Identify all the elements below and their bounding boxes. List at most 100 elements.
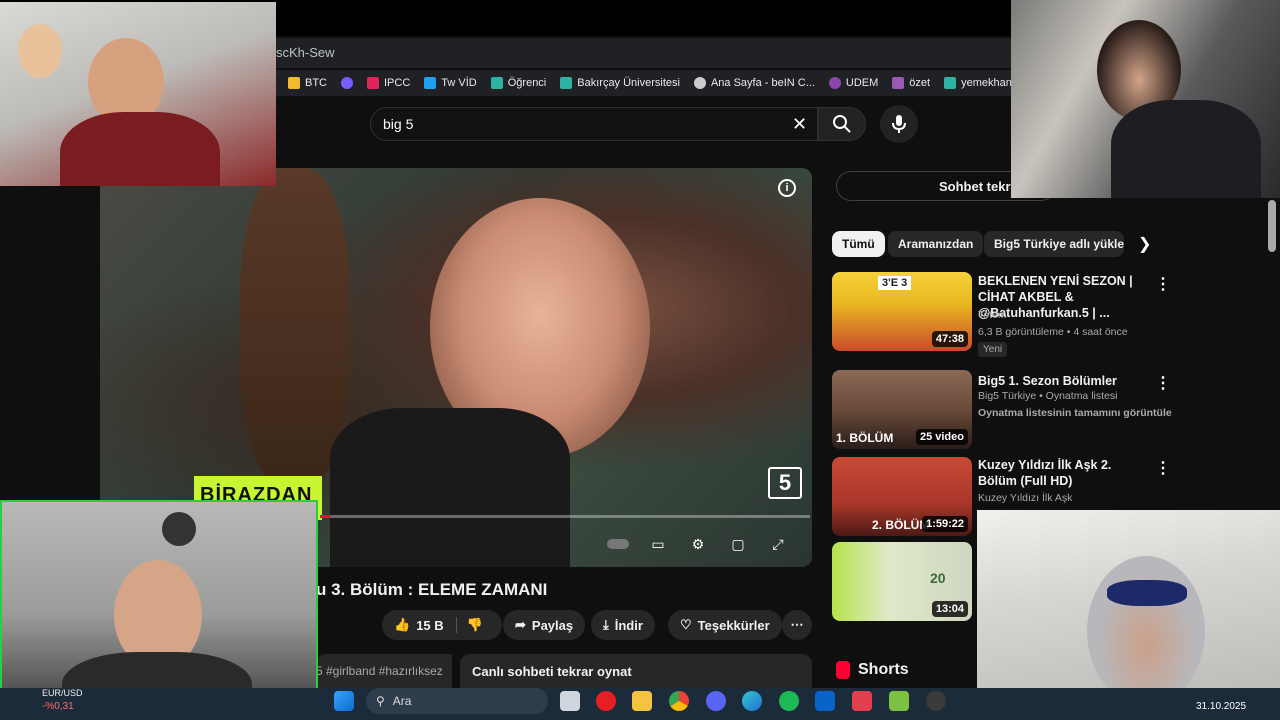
search-icon: ⚲ xyxy=(376,694,385,708)
chip-from-search[interactable]: Aramanızdan xyxy=(888,231,984,257)
bakircay-icon xyxy=(560,77,573,89)
thumb-caption: 1. BÖLÜM xyxy=(836,431,894,445)
thumb-caption: 2. BÖLÜM xyxy=(872,518,930,532)
share-button[interactable]: ➦ Paylaş xyxy=(503,610,586,640)
fullscreen-button[interactable]: ⤢ xyxy=(766,533,790,555)
download-button[interactable]: ⤓ İndir xyxy=(591,610,655,640)
duration-badge: 13:04 xyxy=(931,601,968,617)
thumbs-up-icon: 👍 xyxy=(394,617,411,632)
person-torso xyxy=(1111,100,1261,198)
download-icon: ⤓ xyxy=(603,617,609,632)
voice-search-button[interactable] xyxy=(880,105,918,143)
spotify-icon[interactable] xyxy=(779,691,799,711)
file-explorer-icon[interactable] xyxy=(632,691,652,711)
btc-icon xyxy=(288,77,300,89)
shorts-section-header: Shorts xyxy=(836,661,909,679)
search-input[interactable] xyxy=(370,107,818,141)
bookmark-unnamed[interactable] xyxy=(341,77,353,89)
webcam-overlay-bottom-right xyxy=(977,510,1280,700)
close-icon[interactable]: ✕ xyxy=(792,114,807,135)
person-cap xyxy=(1107,580,1187,606)
bookmark-udem[interactable]: UDEM xyxy=(828,77,878,89)
rec-title[interactable]: Big5 1. Sezon Bölümler xyxy=(978,373,1150,389)
bookmark-ozet[interactable]: özet xyxy=(892,77,930,89)
windows-start-icon[interactable] xyxy=(334,691,354,711)
settings-button[interactable]: ⚙ xyxy=(686,533,710,555)
rec-channel[interactable]: Totem xyxy=(978,309,1007,321)
bookmark-bein[interactable]: Ana Sayfa - beIN C... xyxy=(693,77,815,89)
taskbar-date: 31.10.2025 xyxy=(1196,701,1247,712)
more-actions-button[interactable]: ⋯ xyxy=(782,610,812,640)
bookmark-twvid[interactable]: Tw VİD xyxy=(424,77,477,89)
taskbar-search[interactable]: ⚲ Ara xyxy=(366,688,548,714)
search-query: big 5 xyxy=(383,116,414,132)
task-view-icon[interactable] xyxy=(560,691,580,711)
subtitles-icon: ▭ xyxy=(651,535,665,552)
heart-dollar-icon: ♡ xyxy=(680,617,692,632)
more-vert-icon[interactable]: ⋮ xyxy=(1155,458,1171,478)
opera-icon[interactable] xyxy=(596,691,616,711)
rec-channel[interactable]: Big5 Türkiye • Oynatma listesi xyxy=(978,390,1117,402)
subtitles-button[interactable]: ▭ xyxy=(646,533,670,555)
playlist-count-badge: 25 video xyxy=(915,429,968,445)
rec-thumbnail[interactable]: 2. BÖLÜM 1:59:22 xyxy=(832,457,972,536)
video-title: u 3. Bölüm : ELEME ZAMANI xyxy=(316,580,548,599)
ogrenci-icon xyxy=(490,77,503,89)
replay-chat-button[interactable]: Canlı sohbeti tekrar oynat xyxy=(460,654,812,688)
chrome-icon[interactable] xyxy=(669,691,689,711)
microphone-icon xyxy=(892,115,906,133)
bookmark-bakircay[interactable]: Bakırçay Üniversitesi xyxy=(560,77,680,89)
obs-icon[interactable] xyxy=(926,691,946,711)
bookmark-ogrenci[interactable]: Öğrenci xyxy=(490,77,546,89)
discord-icon[interactable] xyxy=(706,691,726,711)
miniplayer-icon: ▢ xyxy=(731,535,745,552)
like-button[interactable]: 👍 15 B 👎 xyxy=(382,610,502,640)
bookmark-ipcc[interactable]: IPCC xyxy=(367,77,410,89)
poster-face xyxy=(18,24,62,78)
edge-icon[interactable] xyxy=(742,691,762,711)
rec-title[interactable]: Kuzey Yıldızı İlk Aşk 2. Bölüm (Full HD) xyxy=(978,457,1150,489)
gear-icon: ⚙ xyxy=(691,535,705,552)
description-hashtags[interactable]: 5 #girlband #hazırlıksez xyxy=(316,654,452,688)
address-bar[interactable] xyxy=(276,38,1012,68)
chip-all[interactable]: Tümü xyxy=(832,231,885,257)
thumbs-down-icon[interactable]: 👎 xyxy=(455,617,483,633)
thumb-caption: 20 xyxy=(930,570,946,586)
view-playlist-link[interactable]: Oynatma listesinin tamamını görüntüle xyxy=(978,407,1172,419)
info-icon[interactable]: i xyxy=(778,179,796,197)
bookmark-btc[interactable]: BTC xyxy=(288,77,327,89)
rec-channel[interactable]: Kuzey Yıldızı İlk Aşk xyxy=(978,492,1072,504)
webcam-overlay-bottom-left xyxy=(0,500,318,690)
ipcc-icon xyxy=(367,77,379,89)
duration-badge: 1:59:22 xyxy=(922,516,968,532)
more-vert-icon[interactable]: ⋮ xyxy=(1155,373,1171,393)
rec-thumbnail[interactable]: 20 13:04 xyxy=(832,542,972,621)
video-progress-fill xyxy=(320,515,330,518)
rec-thumbnail[interactable]: 3'E 3 47:38 xyxy=(832,272,972,351)
chevron-right-icon[interactable]: ❯ xyxy=(1138,234,1151,254)
thanks-button[interactable]: ♡ Teşekkürler xyxy=(668,610,782,640)
person-torso xyxy=(62,652,252,688)
scrollbar[interactable] xyxy=(1268,200,1276,252)
circle-icon xyxy=(341,77,353,89)
shorts-icon xyxy=(836,661,850,679)
bookmark-yemekhane[interactable]: yemekhane xyxy=(944,77,1012,89)
fullscreen-icon: ⤢ xyxy=(772,535,784,552)
android-icon[interactable] xyxy=(889,691,909,711)
record-app-icon[interactable] xyxy=(852,691,872,711)
bookmarks-bar: BTC IPCC Tw VİD Öğrenci Bakırçay Ünivers… xyxy=(276,70,1012,96)
search-button[interactable] xyxy=(818,107,866,141)
webcam-overlay-top-left xyxy=(0,2,276,186)
ticker-value: -%0,31 xyxy=(42,701,74,712)
lamp xyxy=(162,512,196,546)
mail-icon[interactable] xyxy=(815,691,835,711)
more-vert-icon[interactable]: ⋮ xyxy=(1155,274,1171,294)
rec-thumbnail[interactable]: 1. BÖLÜM 25 video xyxy=(832,370,972,449)
autoplay-toggle[interactable] xyxy=(606,533,630,555)
chip-uploader[interactable]: Big5 Türkiye adlı yükleyic xyxy=(984,231,1124,257)
video-hair-braid xyxy=(240,168,350,488)
video-progress-bar[interactable] xyxy=(320,515,810,518)
miniplayer-button[interactable]: ▢ xyxy=(726,533,750,555)
share-icon: ➦ xyxy=(515,617,526,632)
twvid-icon xyxy=(424,77,437,89)
